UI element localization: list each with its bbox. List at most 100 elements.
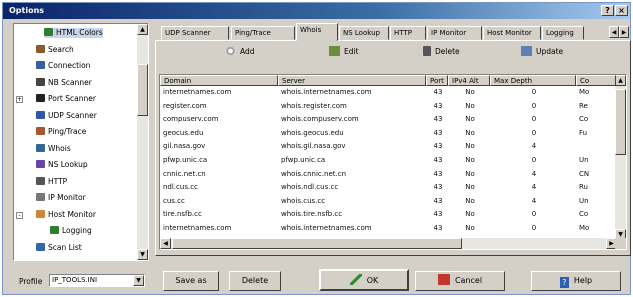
table-cell: internetnames.com [163, 88, 232, 96]
table-cell: Co [579, 210, 589, 219]
update-label: Update [536, 47, 564, 56]
tree-item[interactable]: Port Scanner [36, 94, 96, 104]
column-header[interactable]: Port [426, 75, 448, 86]
table-cell: 4 [531, 196, 537, 205]
table-row[interactable]: tire.nsfb.cc whois.tire.nsfb.cc 43 No 0 Co [160, 210, 616, 219]
table-cell: Co [579, 115, 589, 124]
table-row[interactable]: ndl.cus.cc whois.ndl.cus.cc 43 No 4 Ru [160, 183, 616, 192]
tree-scrollbar[interactable]: ▲ ▼ [137, 24, 148, 260]
grid-scroll-up-button[interactable]: ▲ [615, 75, 626, 86]
tab-http[interactable]: HTTP [390, 26, 426, 40]
table-cell: 43 [433, 101, 443, 110]
table-cell: 4 [531, 183, 537, 192]
column-header[interactable]: Domain [160, 75, 278, 86]
table-cell: No [465, 101, 475, 110]
table-row[interactable]: compuserv.com whois.compuserv.com 43 No 0 Co [160, 115, 616, 124]
grid-horizontal-scrollbar[interactable]: ◀ ▶ [160, 238, 617, 249]
tree-item-label: IP Monitor [48, 193, 86, 202]
tree-item[interactable]: HTTP [36, 176, 68, 187]
table-cell: No [465, 169, 475, 178]
help-button[interactable]: ? Help [531, 271, 621, 291]
ping-trace-icon [36, 127, 45, 135]
cancel-button[interactable]: Cancel [415, 271, 505, 291]
table-row[interactable]: internetnames.com whois.internetnames.com… [160, 88, 616, 97]
tree-item[interactable]: Connection [36, 61, 90, 71]
profile-value: IP_TOOLS.INI [52, 276, 98, 284]
tree-item[interactable]: Ping/Trace [36, 127, 86, 137]
tree-item[interactable]: Scan List [36, 242, 82, 253]
tree-item[interactable]: Whois [36, 143, 71, 154]
grid-vertical-scrollbar[interactable]: ▲ ▼ [615, 75, 626, 240]
chevron-down-icon[interactable]: ▼ [133, 275, 144, 286]
tree-expander[interactable]: + [16, 96, 23, 103]
tree-item[interactable]: Search [36, 44, 74, 55]
table-cell: cnnic.net.cn [163, 169, 206, 178]
scanner-icon [36, 77, 45, 86]
column-header[interactable]: Max Depth [490, 75, 576, 86]
tree-item[interactable]: Host Monitor [36, 209, 96, 220]
tab-strip: Logging Host Monitor IP Monitor HTTP NS Look… [161, 23, 631, 41]
whois-servers-table[interactable]: ▲ ▼ ◀ ▶ Domain Server Port IPv4 Alt Max Dept… [159, 74, 627, 250]
table-cell: compuserv.com [163, 115, 219, 124]
tab-ip-monitor[interactable]: IP Monitor [427, 26, 482, 40]
tree-item[interactable]: HTML Colors [44, 28, 103, 38]
tree-scroll-down-button[interactable]: ▼ [137, 249, 148, 260]
column-header[interactable]: Co [576, 75, 616, 86]
tree-item[interactable]: NB Scanner [36, 77, 92, 88]
delete-button[interactable]: Delete [423, 45, 460, 58]
column-header[interactable]: IPv4 Alt [448, 75, 490, 86]
options-window: Options ? × ▲ ▼ HTML Colors Search Connect… [2, 2, 631, 295]
grid-hscroll-thumb[interactable] [172, 238, 462, 249]
tree-item[interactable]: UDP Scanner [36, 110, 97, 121]
save-as-button[interactable]: Save as [163, 271, 219, 291]
table-row[interactable]: gil.nasa.gov whois.gil.nasa.gov 43 No 4 [160, 142, 616, 151]
grid-scroll-thumb[interactable] [615, 89, 626, 155]
table-cell: whois.gil.nasa.gov [281, 142, 346, 151]
tree-item[interactable]: NS Lookup [36, 160, 88, 170]
tree-item-label: Scan List [48, 242, 82, 252]
profile-delete-button[interactable]: Delete [229, 271, 281, 291]
tab-udp-scanner[interactable]: UDP Scanner [161, 26, 229, 40]
table-row[interactable]: geocus.edu whois.geocus.edu 43 No 0 Fu [160, 129, 616, 138]
update-button[interactable]: Update [521, 45, 563, 58]
ok-button[interactable]: OK [319, 269, 409, 291]
grid-scroll-left-button[interactable]: ◀ [160, 238, 171, 249]
tree-item[interactable]: IP Monitor [36, 193, 86, 203]
table-cell: No [465, 88, 475, 96]
table-row[interactable]: cnnic.net.cn whois.cnnic.net.cn 43 No 4 CN [160, 170, 616, 179]
add-button[interactable]: Add [225, 45, 255, 58]
tab-scroll-left-button[interactable]: ◀ [609, 26, 619, 38]
tree-item-label: Search [48, 44, 74, 54]
title-bar: Options ? × [3, 3, 630, 19]
table-cell: No [465, 156, 475, 164]
tab-scroll-right-button[interactable]: ▶ [619, 26, 629, 38]
close-button[interactable]: × [615, 5, 628, 16]
tree-item-label: Ping/Trace [48, 127, 87, 136]
tab-logging[interactable]: Logging [542, 26, 584, 40]
table-row[interactable]: pfwp.unic.ca pfwp.unic.ca 43 No 0 Un [160, 156, 616, 165]
tree-scroll-thumb[interactable] [137, 64, 148, 116]
help-title-button[interactable]: ? [601, 5, 614, 16]
table-row[interactable]: internetnames.com whois.internetnames.com… [160, 224, 616, 233]
column-header[interactable]: Server [278, 75, 426, 86]
table-cell: 0 [531, 210, 537, 219]
table-row[interactable]: register.com whois.register.com 43 No 0 Re [160, 102, 616, 111]
table-cell: 4 [531, 169, 537, 178]
tree-item[interactable]: Logging [50, 226, 92, 236]
table-row[interactable]: cus.cc whois.cus.cc 43 No 4 Un [160, 197, 616, 206]
table-cell: Fu [579, 128, 588, 137]
tree-item-label: HTTP [48, 176, 68, 186]
tree-expander[interactable]: - [16, 211, 23, 219]
tab-ping-trace[interactable]: Ping/Trace [231, 26, 295, 40]
profile-select[interactable]: IP_TOOLS.INI ▼ [49, 274, 145, 287]
tab-ns-lookup[interactable]: NS Lookup [339, 26, 389, 40]
tree-scroll-up-button[interactable]: ▲ [137, 24, 148, 35]
category-tree[interactable]: ▲ ▼ HTML Colors Search Connection NB Scanne… [13, 23, 149, 261]
cancel-icon [437, 274, 450, 285]
table-cell: tire.nsfb.cc [163, 210, 202, 219]
tab-host-monitor[interactable]: Host Monitor [483, 26, 541, 40]
search-icon [36, 44, 45, 53]
tab-whois[interactable]: Whois [296, 23, 338, 41]
table-cell [579, 142, 615, 151]
edit-button[interactable]: Edit [329, 45, 359, 58]
